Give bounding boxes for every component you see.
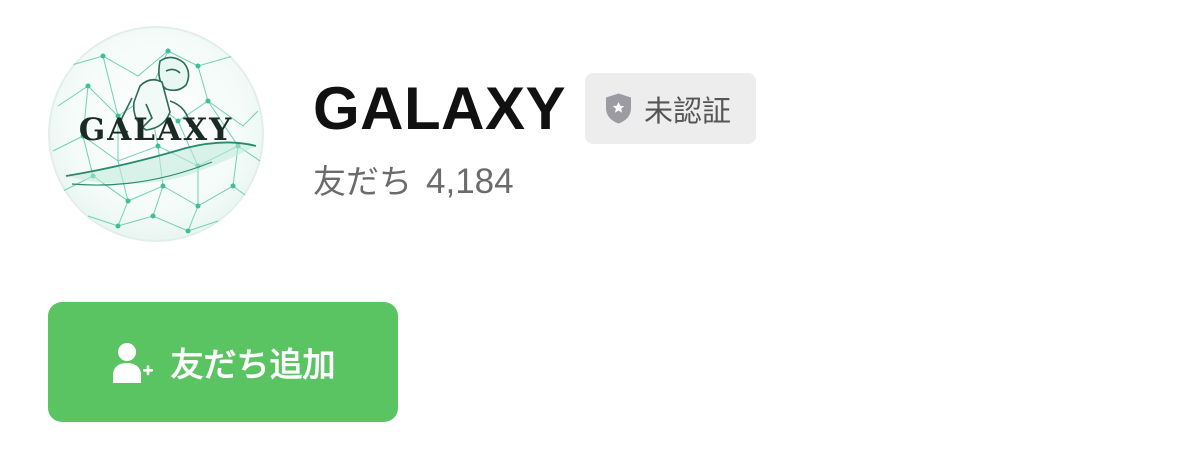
avatar-logo-text: GALAXY bbox=[79, 112, 234, 148]
friends-count-row: 友だち 4,184 bbox=[313, 158, 514, 206]
friends-count: 4,184 bbox=[426, 162, 514, 201]
avatar[interactable]: GALAXY bbox=[48, 26, 264, 242]
friends-label: 友だち bbox=[313, 162, 412, 201]
badge-label: 未認証 bbox=[644, 93, 732, 128]
add-friend-icon bbox=[112, 343, 153, 383]
account-name: GALAXY bbox=[313, 75, 567, 142]
add-friend-button[interactable]: 友だち追加 bbox=[48, 302, 398, 422]
add-friend-label: 友だち追加 bbox=[170, 345, 336, 384]
shield-star-icon bbox=[606, 93, 631, 124]
galaxy-logo-icon: GALAXY bbox=[48, 26, 264, 242]
verification-badge[interactable]: 未認証 bbox=[585, 73, 756, 144]
